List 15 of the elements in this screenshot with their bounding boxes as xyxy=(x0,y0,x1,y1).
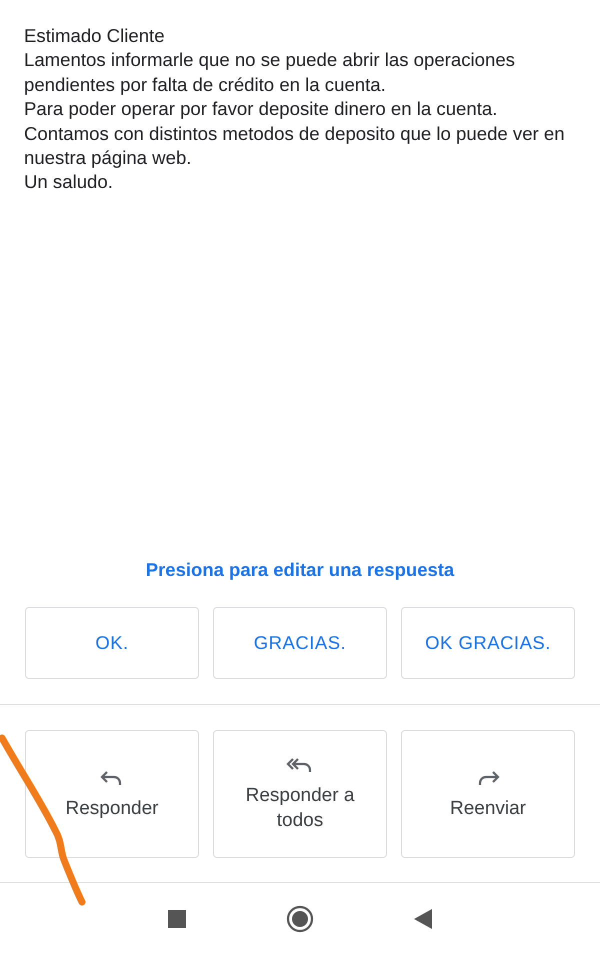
message-text: Estimado Cliente xyxy=(24,24,166,48)
message-text: Un saludo. xyxy=(24,170,114,194)
suggestion-chip[interactable]: GRACIAS. xyxy=(213,607,387,679)
message-text: Para poder operar por favor deposite dinero en la cuenta. xyxy=(24,97,498,122)
back-icon[interactable] xyxy=(414,908,432,928)
home-icon[interactable] xyxy=(286,904,314,932)
action-button[interactable]: Responder a todos xyxy=(213,730,387,858)
recents-icon[interactable] xyxy=(168,910,186,928)
action-button[interactable]: Responder xyxy=(25,730,199,858)
reply-hint: Presiona para editar una respuesta xyxy=(144,559,456,581)
suggestion-chip[interactable]: OK. xyxy=(25,607,199,679)
action-button[interactable]: Reenviar xyxy=(401,730,575,858)
message-text: Contamos con distintos metodos de deposito que lo puede ver en nuestra página web. xyxy=(24,122,566,170)
suggestion-chip[interactable]: OK GRACIAS. xyxy=(401,607,575,679)
message-text: Lamentos informarle que no se puede abrir las operaciones pendientes por falta de crédito en la cuenta. xyxy=(24,48,516,97)
